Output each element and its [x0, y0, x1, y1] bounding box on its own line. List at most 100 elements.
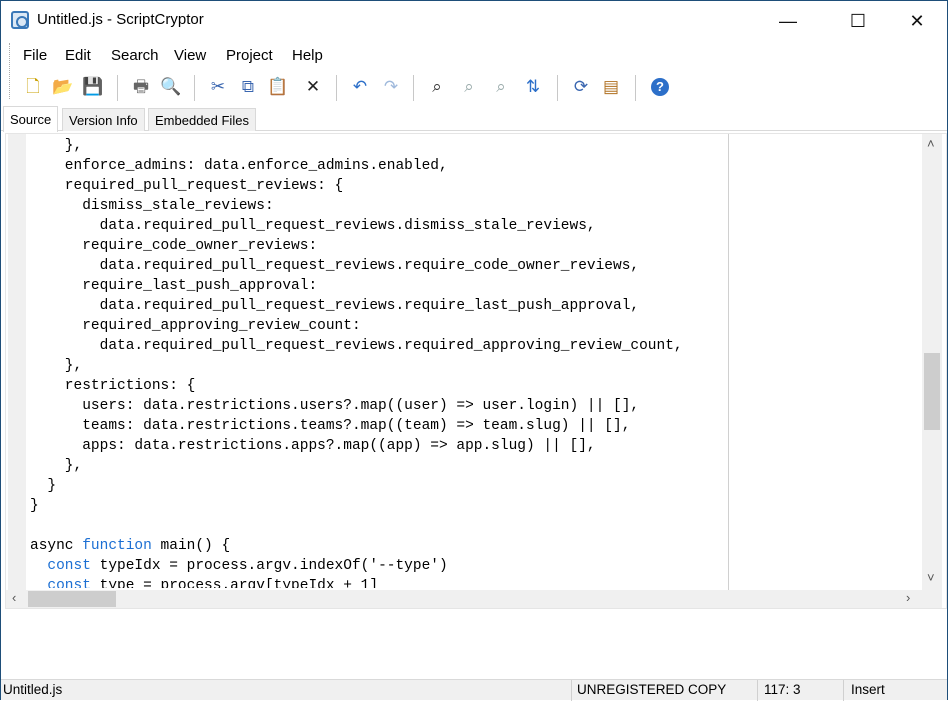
code-token: data.required_pull_request_reviews.requi…	[30, 298, 640, 314]
scroll-left-icon[interactable]: ‹	[12, 590, 16, 605]
code-token: data.required_pull_request_reviews.requi…	[30, 338, 683, 354]
scroll-right-icon[interactable]: ›	[906, 590, 910, 605]
code-token: },	[30, 358, 83, 374]
tab-source[interactable]: Source	[3, 106, 59, 132]
vertical-scrollbar[interactable]: ˄ ˅	[922, 134, 942, 590]
code-line: required_pull_request_reviews: {	[30, 176, 720, 196]
status-insert-mode: Insert	[851, 682, 885, 697]
open-folder-icon[interactable]: 📂	[51, 75, 75, 99]
code-line: },	[30, 356, 720, 376]
toolbar-separator	[117, 75, 118, 101]
right-margin-line	[728, 134, 729, 590]
scroll-up-icon[interactable]: ˄	[927, 136, 935, 151]
status-cursor-position: 117: 3	[764, 682, 801, 697]
code-token: users: data.restrictions.users?.map((use…	[30, 398, 640, 414]
code-line: apps: data.restrictions.apps?.map((app) …	[30, 436, 720, 456]
save-icon[interactable]: 💾	[81, 75, 105, 99]
close-button[interactable]: ✕	[894, 7, 940, 35]
code-line: },	[30, 456, 720, 476]
toolbar-separator	[635, 75, 636, 101]
toolbar-separator	[194, 75, 195, 101]
code-token: typeIdx = process.argv.indexOf('--type')	[90, 558, 448, 574]
replace-icon[interactable]: ⇅	[521, 75, 545, 99]
new-file-icon[interactable]: 🗋	[21, 75, 45, 99]
vertical-scroll-thumb[interactable]	[924, 353, 940, 430]
paste-icon[interactable]: 📋	[266, 75, 290, 99]
code-keyword: const	[47, 578, 91, 588]
menu-edit[interactable]: Edit	[65, 47, 91, 64]
code-line: require_code_owner_reviews:	[30, 236, 720, 256]
title-bar: Untitled.js - ScriptCryptor — ☐ ✕	[1, 1, 947, 39]
print-preview-icon[interactable]: 🔍	[159, 75, 183, 99]
horizontal-scroll-thumb[interactable]	[28, 591, 116, 607]
code-text[interactable]: }, enforce_admins: data.enforce_admins.e…	[30, 136, 720, 588]
tab-version-info[interactable]: Version Info	[62, 108, 145, 131]
code-editor[interactable]: }, enforce_admins: data.enforce_admins.e…	[5, 133, 947, 609]
code-token: require_code_owner_reviews:	[30, 238, 318, 254]
code-line: restrictions: {	[30, 376, 720, 396]
code-line: users: data.restrictions.users?.map((use…	[30, 396, 720, 416]
code-line: data.required_pull_request_reviews.requi…	[30, 256, 720, 276]
code-line: const typeIdx = process.argv.indexOf('--…	[30, 556, 720, 576]
help-icon[interactable]: ?	[651, 78, 669, 96]
code-token: data.required_pull_request_reviews.dismi…	[30, 218, 596, 234]
code-line: }	[30, 476, 720, 496]
code-token: apps: data.restrictions.apps?.map((app) …	[30, 438, 596, 454]
code-line: data.required_pull_request_reviews.dismi…	[30, 216, 720, 236]
menu-project[interactable]: Project	[226, 47, 273, 64]
minimize-button[interactable]: —	[765, 7, 811, 35]
settings-icon[interactable]: ▤	[599, 75, 623, 99]
code-line: teams: data.restrictions.teams?.map((tea…	[30, 416, 720, 436]
code-token: data.required_pull_request_reviews.requi…	[30, 258, 640, 274]
status-registration: UNREGISTERED COPY	[577, 682, 727, 697]
code-keyword: const	[47, 558, 91, 574]
find-previous-icon[interactable]: ⌕	[489, 75, 513, 99]
code-token: require_last_push_approval:	[30, 278, 318, 294]
delete-icon[interactable]: ✕	[301, 75, 325, 99]
toolbar-separator	[336, 75, 337, 101]
status-divider	[757, 680, 758, 701]
code-token: },	[30, 138, 83, 154]
code-line: dismiss_stale_reviews:	[30, 196, 720, 216]
tab-embedded-files[interactable]: Embedded Files	[148, 108, 256, 131]
toolbar-separator	[413, 75, 414, 101]
copy-icon[interactable]: ⧉	[236, 75, 260, 99]
app-icon	[11, 11, 29, 29]
status-divider	[571, 680, 572, 701]
code-line: const type = process.argv[typeIdx + 1]	[30, 576, 720, 588]
menu-help[interactable]: Help	[292, 47, 323, 64]
status-divider	[843, 680, 844, 701]
menu-view[interactable]: View	[174, 47, 206, 64]
code-line: enforce_admins: data.enforce_admins.enab…	[30, 156, 720, 176]
menu-file[interactable]: File	[23, 47, 47, 64]
code-keyword: function	[82, 538, 152, 554]
find-icon[interactable]: ⌕	[425, 75, 449, 99]
redo-icon[interactable]: ↷	[379, 75, 403, 99]
horizontal-scrollbar[interactable]: ‹ ›	[6, 590, 942, 608]
toolbar-grip	[9, 43, 10, 99]
undo-icon[interactable]: ↶	[348, 75, 372, 99]
code-token: },	[30, 458, 83, 474]
code-token: enforce_admins: data.enforce_admins.enab…	[30, 158, 448, 174]
code-line: async function main() {	[30, 536, 720, 556]
scroll-down-icon[interactable]: ˅	[927, 570, 935, 585]
code-token: dismiss_stale_reviews:	[30, 198, 274, 214]
print-icon[interactable]: 🖶	[129, 75, 153, 99]
status-bar: Untitled.js UNREGISTERED COPY 117: 3 Ins…	[1, 679, 947, 701]
code-line: data.required_pull_request_reviews.requi…	[30, 296, 720, 316]
cut-icon[interactable]: ✂	[206, 75, 230, 99]
find-next-icon[interactable]: ⌕	[457, 75, 481, 99]
code-token: teams: data.restrictions.teams?.map((tea…	[30, 418, 631, 434]
compile-icon[interactable]: ⟳	[569, 75, 593, 99]
menu-bar: File Edit Search View Project Help	[1, 43, 947, 99]
code-line: require_last_push_approval:	[30, 276, 720, 296]
code-token: required_pull_request_reviews: {	[30, 178, 344, 194]
status-file-name: Untitled.js	[3, 682, 63, 697]
window-title: Untitled.js - ScriptCryptor	[37, 11, 204, 28]
code-token: type = process.argv[typeIdx + 1]	[90, 578, 379, 588]
menu-search[interactable]: Search	[111, 47, 159, 64]
maximize-button[interactable]: ☐	[835, 7, 881, 35]
